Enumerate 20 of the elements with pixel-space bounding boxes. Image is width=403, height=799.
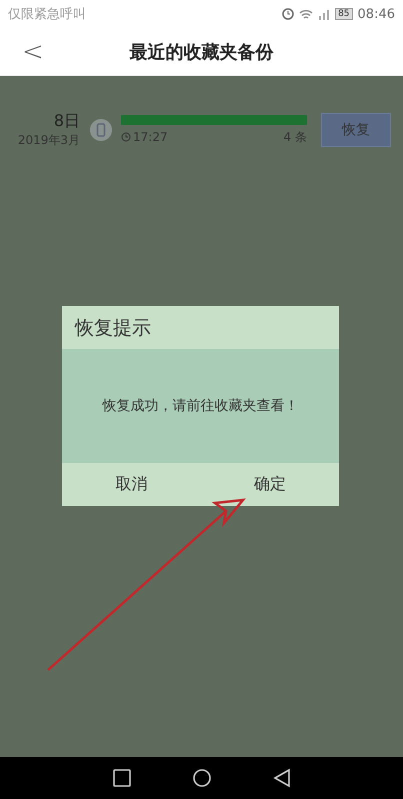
clock-time: 08:46 — [358, 6, 395, 22]
back-button[interactable]: < — [18, 36, 48, 66]
backup-time: 17:27 — [133, 130, 168, 144]
dialog-title: 恢复提示 — [74, 316, 152, 340]
wifi-icon — [299, 8, 314, 20]
nav-button[interactable] — [112, 768, 132, 788]
page-title: 最近的收藏夹备份 — [130, 40, 274, 64]
nav-button[interactable] — [272, 768, 292, 788]
dialog-button[interactable]: 确定 — [200, 463, 339, 506]
nav-button[interactable] — [192, 768, 212, 788]
battery-icon: 85 — [335, 8, 353, 20]
dialog-message: 恢复成功，请前往收藏夹查看！ — [62, 349, 339, 463]
item-count: 4 条 — [284, 128, 307, 146]
backup-day: 8日 — [54, 111, 80, 132]
dialog-button[interactable]: 取消 — [62, 463, 200, 506]
signal-icon — [318, 8, 330, 20]
phone-icon — [90, 119, 112, 141]
clock-icon — [121, 132, 131, 142]
carrier-text: 仅限紧急呼叫 — [8, 6, 86, 23]
alarm-icon — [282, 8, 294, 20]
